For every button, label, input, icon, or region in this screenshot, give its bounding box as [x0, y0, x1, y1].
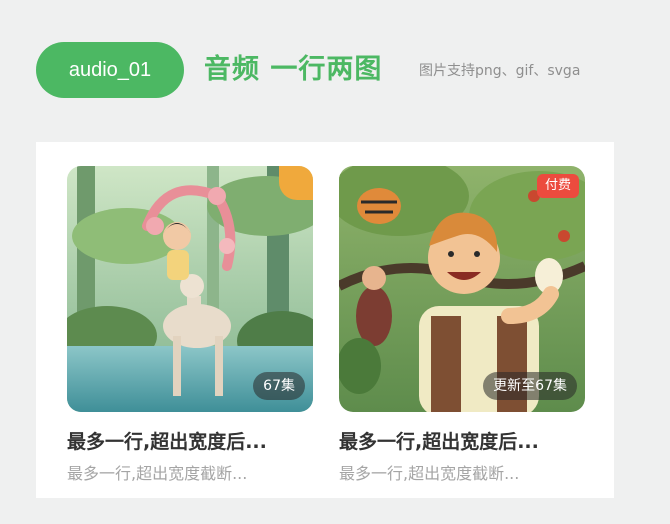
episode-count-badge: 更新至67集 [483, 372, 577, 400]
audio-cover-image[interactable]: 67集 [67, 166, 313, 412]
card-subtitle: 最多一行,超出宽度截断... [339, 464, 520, 483]
audio-card[interactable]: 付费 更新至67集 最多一行,超出宽度后... 最多一行,超出宽度截断... [339, 166, 585, 483]
page-title: 音频 一行两图 [204, 54, 383, 85]
card-title[interactable]: 最多一行,超出宽度后... [67, 428, 313, 456]
card-title[interactable]: 最多一行,超出宽度后... [339, 428, 585, 456]
page-subtitle: 图片支持png、gif、svga [419, 63, 581, 79]
audio-pill-label[interactable]: audio_01 [36, 42, 184, 98]
audio-cover-image[interactable]: 付费 更新至67集 [339, 166, 585, 412]
episode-count-badge: 67集 [253, 372, 305, 400]
card-subtitle: 最多一行,超出宽度截断... [67, 464, 248, 483]
audio-card[interactable]: 67集 最多一行,超出宽度后... 最多一行,超出宽度截断... [67, 166, 313, 483]
paid-tag: 付费 [536, 174, 579, 198]
corner-badge-icon [279, 166, 313, 200]
